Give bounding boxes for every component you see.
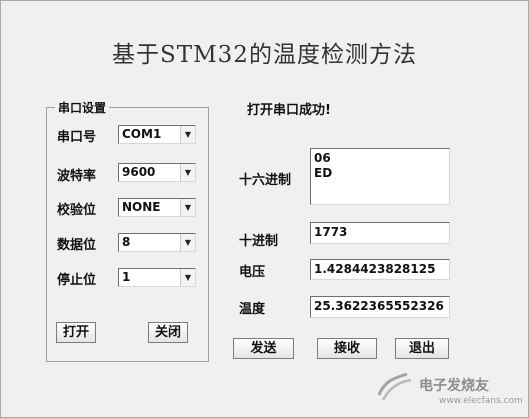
hex-line: ED xyxy=(314,166,333,180)
watermark-logo-icon xyxy=(377,372,412,401)
close-port-button[interactable]: 关闭 xyxy=(148,322,188,343)
chevron-down-icon[interactable]: ▼ xyxy=(180,126,195,143)
baud-value: 9600 xyxy=(122,165,156,179)
port-select[interactable]: COM1 ▼ xyxy=(118,125,196,144)
watermark-text: 电子发烧友 xyxy=(419,378,489,394)
send-button[interactable]: 发送 xyxy=(233,338,294,359)
data-bits-label: 数据位 xyxy=(57,238,97,253)
decimal-label: 十进制 xyxy=(239,234,279,249)
data-bits-value: 8 xyxy=(122,235,131,249)
exit-button[interactable]: 退出 xyxy=(395,338,449,359)
temperature-label: 温度 xyxy=(239,302,266,317)
main-window: 基于STM32的温度检测方法 串口设置 串口号 COM1 ▼ 波特率 9600 … xyxy=(0,0,529,418)
voltage-label: 电压 xyxy=(239,265,266,280)
chevron-down-icon[interactable]: ▼ xyxy=(180,234,195,251)
decimal-output[interactable]: 1773 xyxy=(310,222,450,244)
baud-label: 波特率 xyxy=(57,169,97,184)
open-port-button[interactable]: 打开 xyxy=(56,322,96,343)
chevron-down-icon[interactable]: ▼ xyxy=(180,164,195,181)
hex-line: 06 xyxy=(314,151,331,165)
stop-bits-label: 停止位 xyxy=(57,273,97,288)
baud-select[interactable]: 9600 ▼ xyxy=(118,163,196,182)
stop-bits-value: 1 xyxy=(122,270,131,284)
status-message: 打开串口成功! xyxy=(247,103,331,118)
temperature-output[interactable]: 25.3622365552326 xyxy=(310,296,450,318)
chevron-down-icon[interactable]: ▼ xyxy=(180,199,195,216)
serial-settings-legend: 串口设置 xyxy=(55,99,110,116)
receive-button[interactable]: 接收 xyxy=(317,338,377,359)
parity-label: 校验位 xyxy=(57,203,97,218)
stop-bits-select[interactable]: 1 ▼ xyxy=(118,268,196,287)
port-label: 串口号 xyxy=(57,130,97,145)
data-bits-select[interactable]: 8 ▼ xyxy=(118,233,196,252)
port-value: COM1 xyxy=(122,127,162,141)
watermark-url: www.elecfans.com xyxy=(439,396,523,406)
hex-output[interactable]: 06 ED xyxy=(310,148,450,205)
parity-value: NONE xyxy=(122,200,161,214)
chevron-down-icon[interactable]: ▼ xyxy=(180,269,195,286)
parity-select[interactable]: NONE ▼ xyxy=(118,198,196,217)
voltage-output[interactable]: 1.4284423828125 xyxy=(310,259,450,280)
window-title: 基于STM32的温度检测方法 xyxy=(112,42,417,68)
hex-label: 十六进制 xyxy=(239,173,292,188)
